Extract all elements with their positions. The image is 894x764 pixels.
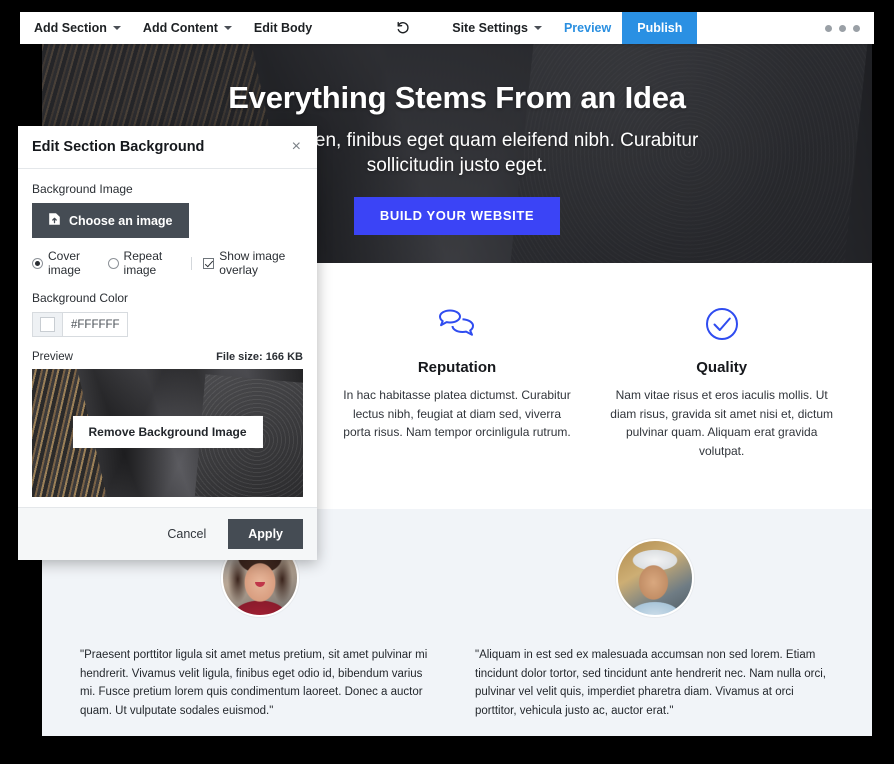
color-swatch-button[interactable] (33, 313, 63, 336)
dialog-body: Background Image Choose an image Cover i… (18, 169, 317, 507)
background-color-input[interactable]: #FFFFFF (32, 312, 128, 337)
choose-an-image-button[interactable]: Choose an image (32, 203, 189, 238)
window-dot-icon[interactable] (825, 24, 832, 32)
chevron-down-icon (533, 26, 542, 30)
site-settings-label: Site Settings (452, 21, 528, 35)
dialog-footer: Cancel Apply (18, 507, 317, 560)
add-content-menu[interactable]: Add Content (132, 12, 243, 44)
window-controls (825, 12, 874, 44)
add-section-menu[interactable]: Add Section (20, 12, 132, 44)
check-circle-icon (603, 303, 840, 345)
preview-header: Preview File size: 166 KB (32, 351, 303, 363)
cancel-button[interactable]: Cancel (161, 526, 212, 542)
background-color-label: Background Color (32, 291, 129, 305)
background-image-preview: Remove Background Image (32, 369, 303, 497)
edit-section-background-dialog: Edit Section Background × Background Ima… (18, 126, 317, 560)
remove-background-image-button[interactable]: Remove Background Image (72, 416, 263, 448)
dialog-header: Edit Section Background × (18, 126, 317, 169)
repeat-image-label: Repeat image (123, 249, 163, 277)
testimonial-text: "Praesent porttitor ligula sit amet metu… (80, 648, 428, 717)
file-size-label: File size: 166 KB (216, 351, 303, 363)
close-icon[interactable]: × (290, 139, 303, 155)
radio-icon (107, 257, 119, 269)
color-swatch-icon (40, 317, 55, 332)
site-settings-menu[interactable]: Site Settings (441, 12, 553, 44)
edit-body-button[interactable]: Edit Body (243, 12, 323, 44)
feature-text: In hac habitasse platea dictumst. Curabi… (343, 388, 571, 440)
image-fit-options: Cover image Repeat image Show image over… (32, 249, 303, 277)
repeat-image-radio[interactable]: Repeat image (107, 249, 181, 277)
checkbox-icon (203, 257, 215, 269)
preview-button[interactable]: Preview (553, 12, 622, 44)
add-section-label: Add Section (34, 21, 107, 35)
feature-text: Nam vitae risus et eros iaculis mollis. … (610, 388, 834, 459)
add-content-label: Add Content (142, 21, 218, 35)
chevron-down-icon (223, 26, 232, 30)
edit-body-label: Edit Body (253, 21, 313, 35)
window-dot-icon[interactable] (853, 24, 860, 32)
testimonial-text: "Aliquam in est sed ex malesuada accumsa… (475, 648, 826, 717)
feature-card-reputation[interactable]: Reputation In hac habitasse platea dictu… (325, 303, 590, 461)
chat-bubbles-icon (339, 303, 576, 345)
background-image-label: Background Image (32, 182, 133, 196)
hero-title: Everything Stems From an Idea (228, 80, 686, 115)
divider (191, 256, 193, 270)
publish-button[interactable]: Publish (622, 12, 698, 44)
apply-button[interactable]: Apply (228, 519, 303, 549)
file-upload-icon (48, 212, 61, 229)
preview-label: Preview (32, 351, 73, 363)
undo-icon[interactable] (389, 12, 417, 44)
feature-title: Quality (696, 359, 748, 376)
show-image-overlay-checkbox[interactable]: Show image overlay (203, 249, 303, 277)
background-color-value[interactable]: #FFFFFF (63, 313, 127, 336)
chevron-down-icon (112, 26, 121, 30)
feature-card-quality[interactable]: Quality Nam vitae risus et eros iaculis … (589, 303, 854, 461)
testimonial-rod-hughson[interactable]: "Aliquam in est sed ex malesuada accumsa… (457, 538, 852, 736)
radio-icon (32, 257, 43, 269)
build-your-website-button[interactable]: BUILD YOUR WEBSITE (353, 196, 561, 235)
editor-toolbar: Add Section Add Content Edit Body Site S… (20, 12, 874, 44)
window-dot-icon[interactable] (839, 24, 846, 32)
show-image-overlay-label: Show image overlay (219, 249, 286, 277)
cover-image-label: Cover image (48, 249, 81, 277)
cover-image-radio[interactable]: Cover image (32, 249, 100, 277)
feature-title: Reputation (417, 359, 497, 376)
testimonial-sara-keppler[interactable]: "Praesent porttitor ligula sit amet metu… (62, 538, 457, 736)
dialog-title: Edit Section Background (32, 139, 205, 155)
avatar (615, 538, 694, 617)
choose-an-image-label: Choose an image (69, 213, 173, 228)
